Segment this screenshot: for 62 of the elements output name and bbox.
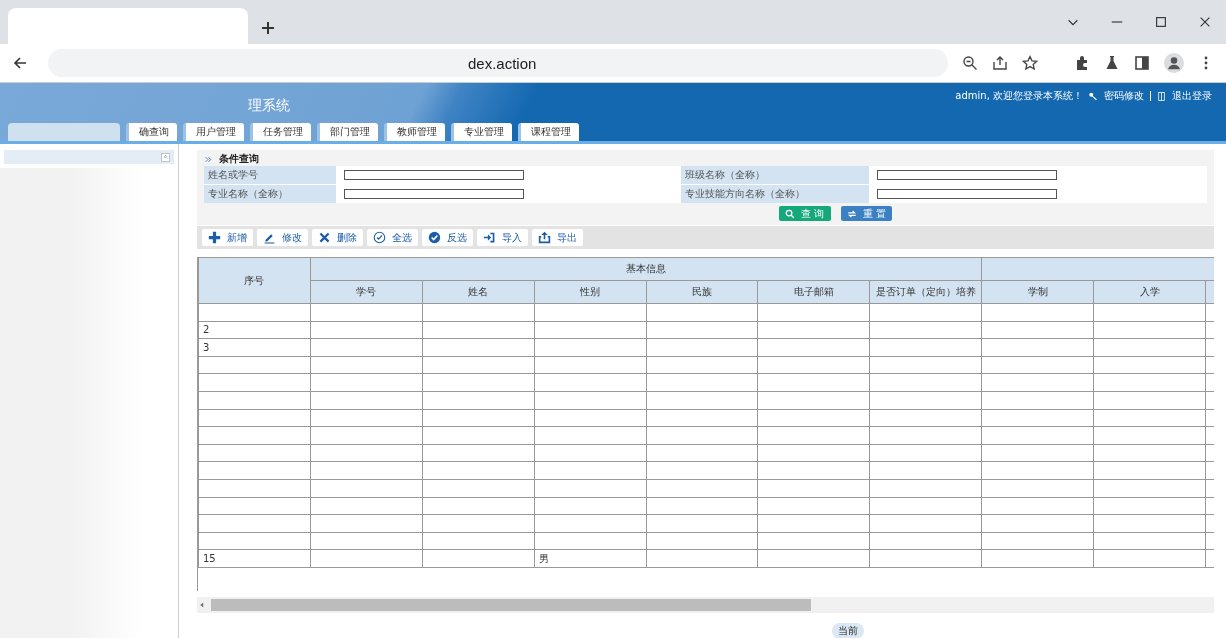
reset-button[interactable]: 重 置 [840,206,892,221]
input-field[interactable] [344,170,524,180]
input-field[interactable] [877,170,1057,180]
profile-icon[interactable] [1164,53,1184,73]
nav-tab[interactable]: 课程管理 [518,123,579,141]
puzzle-icon[interactable] [1074,55,1090,71]
toolbar-button[interactable]: 导出 [532,229,583,246]
check-circle-icon [428,231,441,244]
field-label: 姓名或学号 [204,166,336,184]
column-header: 学制 [981,280,1094,304]
share-icon[interactable] [992,55,1008,71]
column-header: 是否订单（定向）培养 [869,280,982,304]
toolbar-button[interactable]: 新增 [202,229,253,246]
close-icon[interactable] [1198,15,1212,29]
star-icon[interactable] [1022,55,1038,71]
column-header: 入学 [1093,280,1206,304]
nav-tab[interactable]: 任务管理 [250,123,311,141]
sidebar-icon[interactable] [1134,55,1150,71]
back-arrow-icon[interactable] [12,55,28,71]
cross-icon [318,231,331,244]
toolbar-button[interactable]: 删除 [312,229,363,246]
nav-tab[interactable]: 用户管理 [183,123,244,141]
panel-title: 条件查询 [219,152,259,166]
column-header: 性别 [534,280,647,304]
maximize-icon[interactable] [1154,15,1168,29]
column-header: 学号 [310,280,423,304]
system-title: 理系统 [248,97,290,115]
door-icon [1157,91,1166,101]
input-field[interactable] [877,189,1057,199]
plus-icon [208,231,221,244]
address-bar[interactable]: dex.action [48,49,948,77]
check-circle-icon [373,231,386,244]
nav-tab[interactable]: 教师管理 [384,123,445,141]
column-header: 姓名 [422,280,535,304]
key-icon [1089,91,1098,101]
search-icon [785,208,796,219]
upload-icon [538,231,551,244]
nav-tab[interactable]: 部门管理 [317,123,378,141]
column-header: 电子邮箱 [757,280,870,304]
toolbar-button[interactable]: 修改 [257,229,308,246]
input-field[interactable] [344,189,524,199]
change-password-link[interactable]: 密码修改 [1104,89,1144,103]
zoom-out-icon[interactable] [962,55,978,71]
double-chevron-icon [204,154,213,164]
group-header: 基本信息 [310,257,982,281]
flask-icon[interactable] [1104,55,1120,71]
toolbar-button[interactable]: 全选 [367,229,418,246]
field-label: 专业名称（全称） [204,185,336,203]
welcome-text: admin, 欢迎您登录本系统！ [955,89,1083,103]
toolbar-button[interactable]: 反选 [422,229,473,246]
status-text: 当前 [832,623,864,638]
field-label: 专业技能方向名称（全称） [681,185,869,203]
toolbar-button[interactable]: 导入 [477,229,528,246]
enter-icon [483,231,496,244]
plus-icon[interactable] [260,20,276,36]
swap-arrows-icon [846,208,857,219]
column-header: 序号 [198,257,311,304]
column-header: 民族 [646,280,758,304]
field-label: 班级名称（全称） [681,166,869,184]
logout-link[interactable]: 退出登录 [1172,89,1212,103]
nav-tab[interactable]: 专业管理 [451,123,512,141]
nav-tab[interactable]: 确查询 [126,123,177,141]
